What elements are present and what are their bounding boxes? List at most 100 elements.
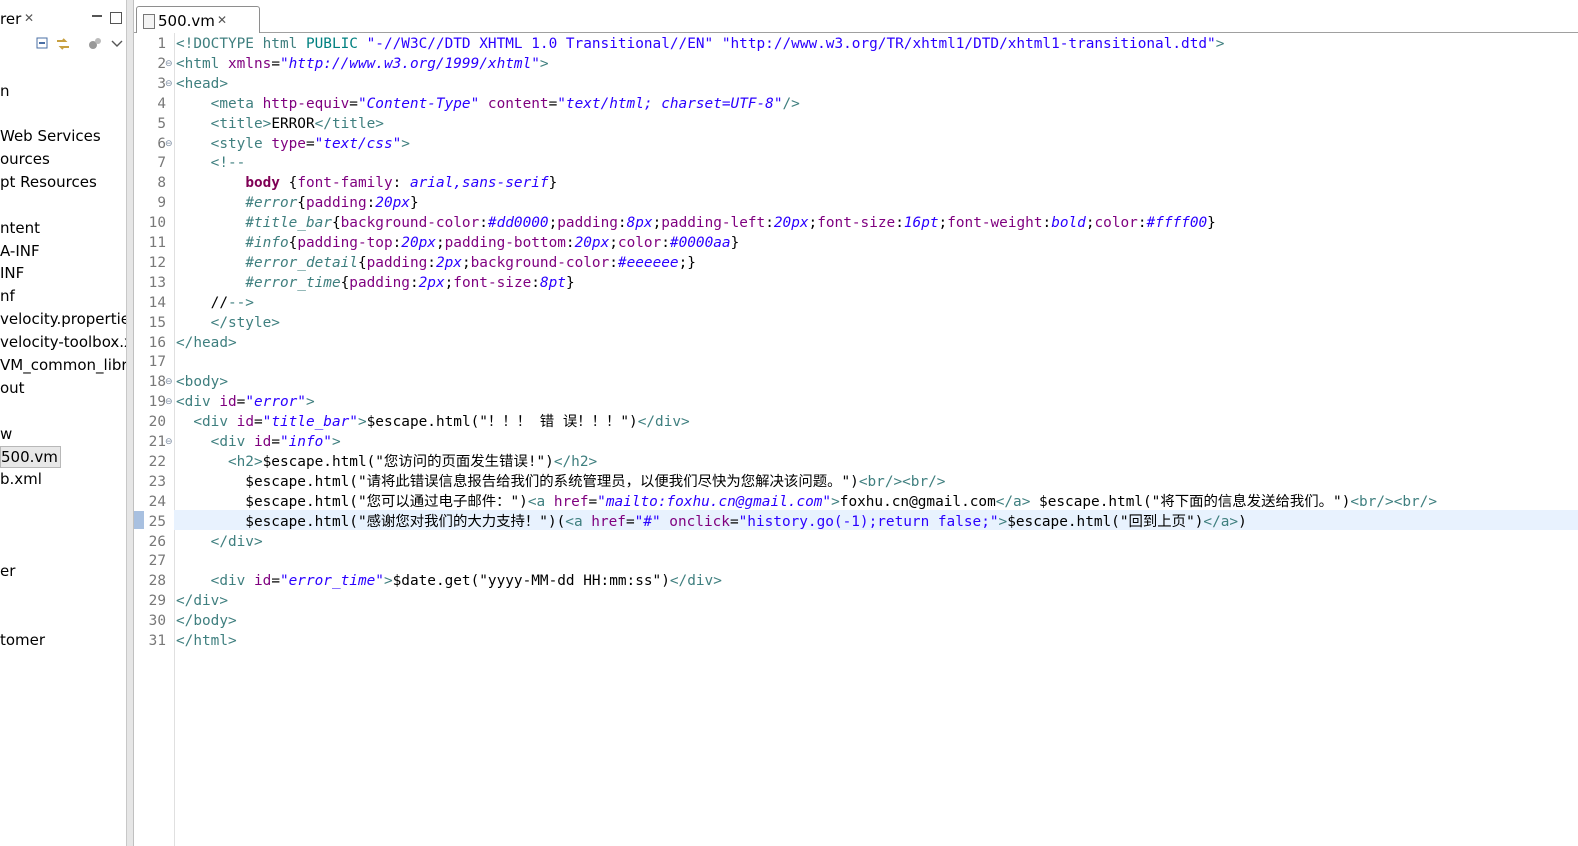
line-number: 19: [148, 394, 166, 411]
code-line: <!DOCTYPE html PUBLIC "-//W3C//DTD XHTML…: [176, 34, 1224, 54]
code-token: 20px: [574, 235, 610, 251]
tree-item[interactable]: nf: [0, 286, 15, 306]
link-with-editor-icon[interactable]: [56, 36, 70, 50]
editor-tab-bar: 500.vm ✕: [134, 6, 1578, 33]
code-token: :: [895, 215, 904, 232]
explorer-view-tab[interactable]: rer ✕: [0, 6, 126, 30]
code-token: background-color: [340, 215, 480, 232]
code-token: </style>: [210, 314, 280, 331]
line-number: 3: [157, 75, 166, 92]
code-line: </head>: [176, 333, 237, 353]
code-token: />: [782, 95, 800, 112]
fold-toggle-icon[interactable]: ⊖: [165, 432, 173, 452]
code-token: PUBLIC: [305, 36, 367, 52]
code-token: <a: [565, 513, 592, 530]
code-token: }: [1207, 215, 1216, 232]
line-number: 20: [148, 414, 166, 431]
code-token: </html>: [176, 633, 237, 649]
tree-item[interactable]: Web Services: [0, 126, 101, 146]
code-token: id: [253, 573, 272, 590]
code-token: ;: [1085, 215, 1095, 232]
close-icon[interactable]: ✕: [217, 13, 227, 27]
current-line-marker: [134, 511, 144, 529]
code-token: {: [297, 195, 306, 212]
code-token: 2px: [418, 274, 445, 291]
code-line: <!--: [176, 153, 246, 173]
tree-item[interactable]: out: [0, 378, 25, 398]
line-number: 11: [148, 235, 166, 251]
tree-item[interactable]: A-INF: [0, 241, 40, 261]
code-line: <body>: [176, 372, 228, 392]
code-token: <br/><br/>: [858, 473, 946, 490]
code-token: </div>: [637, 414, 690, 431]
tree-item[interactable]: velocity-toolbox.x: [0, 332, 126, 352]
code-token: "http://www.w3.org/1999/xhtml": [279, 55, 540, 72]
fold-toggle-icon[interactable]: ⊖: [165, 392, 173, 412]
code-token: #ffff00: [1146, 215, 1208, 232]
line-number: 26: [148, 533, 166, 550]
tree-item[interactable]: VM_common_libr: [0, 355, 126, 375]
code-token: {: [340, 274, 350, 291]
line-number: 4: [157, 95, 166, 112]
code-token: 8pt: [539, 274, 566, 291]
code-token: #error_detail: [245, 254, 358, 271]
tree-item[interactable]: w: [0, 424, 12, 444]
fold-toggle-icon[interactable]: ⊖: [165, 372, 173, 392]
fold-toggle-icon[interactable]: ⊖: [165, 74, 173, 94]
close-icon[interactable]: ✕: [24, 11, 34, 25]
tree-item[interactable]: INF: [0, 263, 24, 283]
fold-toggle-icon[interactable]: ⊖: [165, 134, 173, 154]
code-token: :: [617, 215, 627, 232]
code-token: </body>: [176, 613, 237, 630]
tree-item[interactable]: n: [0, 81, 10, 101]
fold-toggle-icon[interactable]: ⊖: [165, 54, 173, 74]
line-number: 8: [157, 175, 166, 192]
code-token: font-size: [817, 215, 896, 232]
tree-item[interactable]: b.xml: [0, 469, 42, 489]
code-editor: 500.vm ✕ 1 2 ⊖ 3 ⊖ 4 5 6 ⊖ 7 8 9 10 11 12 13 14 15 16 17 18 ⊖…: [134, 0, 1578, 846]
tree-item[interactable]: tomer: [0, 630, 45, 650]
code-token: content: [487, 95, 549, 112]
view-options-icon[interactable]: [88, 36, 102, 50]
minimize-icon[interactable]: [92, 8, 103, 20]
code-token: $escape.html("您访问的页面发生错误!"): [262, 453, 554, 470]
code-token: bold: [1051, 215, 1086, 232]
code-token: ;}: [678, 254, 696, 271]
code-line: #title_bar{background-color:#dd0000;padd…: [176, 213, 1216, 233]
tree-item[interactable]: velocity.propertie: [0, 309, 126, 329]
code-text-area[interactable]: <!DOCTYPE html PUBLIC "-//W3C//DTD XHTML…: [174, 33, 1578, 846]
collapse-all-icon[interactable]: [36, 36, 50, 50]
code-line: </div>: [176, 532, 263, 552]
code-token: :: [392, 175, 410, 192]
code-line: #info{padding-top:20px;padding-bottom:20…: [176, 233, 739, 253]
code-token: <body>: [176, 374, 228, 391]
code-line: $escape.html("感谢您对我们的大力支持！")(<a href="#"…: [176, 512, 1246, 532]
tree-item[interactable]: ntent: [0, 218, 40, 238]
maximize-icon[interactable]: [110, 12, 122, 24]
tree-item[interactable]: 500.vm: [0, 446, 61, 468]
code-line: //-->: [176, 293, 254, 313]
code-token: =: [271, 434, 280, 450]
tree-item[interactable]: pt Resources: [0, 172, 97, 192]
tree-item[interactable]: ources: [0, 149, 50, 169]
code-line: </body>: [176, 611, 237, 631]
code-token: #0000aa: [669, 235, 731, 251]
panel-splitter[interactable]: [127, 0, 134, 846]
code-line: #error_time{padding:2px;font-size:8pt}: [176, 273, 574, 293]
code-line: <div id="info">: [176, 432, 341, 452]
editor-tab-500-vm[interactable]: 500.vm ✕: [136, 6, 260, 33]
view-menu-chevron-down-icon[interactable]: [110, 36, 124, 50]
code-token: "text/html; charset=UTF-8": [557, 95, 783, 112]
tree-item[interactable]: er: [0, 561, 15, 581]
code-token: =: [625, 513, 635, 530]
line-number: 22: [148, 453, 166, 470]
code-token: >: [539, 55, 549, 72]
code-token: >: [357, 414, 367, 431]
code-token: "error_time": [279, 573, 384, 590]
code-token: 20px: [401, 235, 436, 251]
code-token: 2px: [435, 254, 462, 271]
